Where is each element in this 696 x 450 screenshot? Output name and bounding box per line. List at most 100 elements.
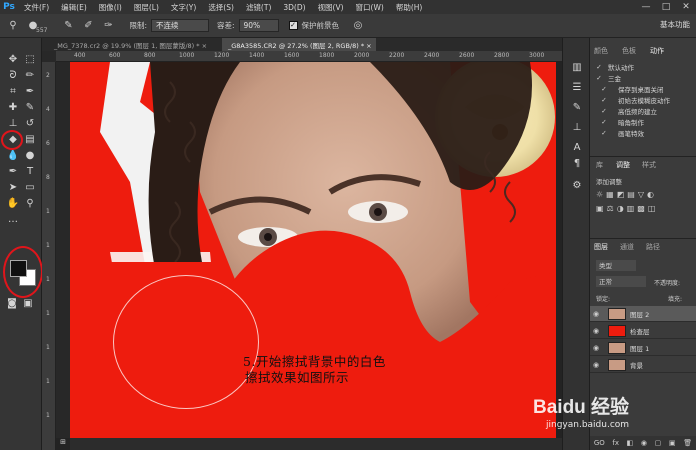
lasso-tool-icon[interactable]: ᘐ: [5, 68, 21, 83]
delete-layer-icon[interactable]: 🗑: [683, 439, 692, 447]
ruler-tick-label: 2800: [494, 52, 510, 59]
baidu-watermark: Baidu 经验: [533, 397, 630, 418]
layers-footer: GO fx ◧ ◉ ▢ ▣ 🗑: [590, 436, 696, 450]
history-panel-icon[interactable]: ▥: [569, 60, 585, 75]
visibility-eye-icon[interactable]: ◉: [590, 310, 602, 318]
blur-tool-icon[interactable]: 💧: [5, 148, 21, 163]
photoshop-logo: Ps: [3, 2, 15, 12]
layer-kind-filter[interactable]: 类型: [596, 260, 636, 271]
action-item[interactable]: ✓ 三金: [590, 73, 696, 83]
ruler-tick-label: 6: [46, 140, 50, 147]
more-tools-icon[interactable]: …: [5, 212, 21, 227]
menu-3d[interactable]: 3D(D): [277, 3, 311, 12]
tab-channels[interactable]: 通道: [620, 242, 634, 252]
tab-color[interactable]: 颜色: [594, 46, 608, 56]
ruler-tick-label: 1800: [319, 52, 335, 59]
action-item[interactable]: ✓ 默认动作: [590, 62, 696, 72]
pressure-icon[interactable]: ◎: [351, 19, 365, 33]
visibility-eye-icon[interactable]: ◉: [590, 344, 602, 352]
menu-type[interactable]: 文字(Y): [165, 2, 202, 13]
new-adjustment-icon[interactable]: ◉: [641, 439, 647, 447]
tab-layers[interactable]: 图层: [594, 242, 608, 252]
shape-tool-icon[interactable]: ▭: [22, 180, 38, 195]
action-item[interactable]: ✓ 画笔特效: [590, 128, 696, 138]
menu-edit[interactable]: 编辑(E): [55, 2, 93, 13]
tab-document-2-close-icon[interactable]: ×: [366, 42, 371, 50]
menu-window[interactable]: 窗口(W): [350, 2, 390, 13]
close-window-button[interactable]: ✕: [676, 0, 696, 14]
healing-brush-tool-icon[interactable]: ✚: [5, 100, 21, 115]
tab-document-1-close-icon[interactable]: ×: [202, 42, 207, 50]
tab-actions[interactable]: 动作: [650, 46, 664, 56]
action-item[interactable]: ✓ 初始去模糊皮动作: [590, 95, 696, 105]
tab-document-1[interactable]: _MG_7378.cr2 @ 19.9% (图层 1, 图层蒙版/8) * ×: [48, 38, 220, 51]
tab-styles[interactable]: 样式: [642, 160, 656, 170]
menu-layer[interactable]: 图层(L): [128, 2, 165, 13]
sample-once-icon[interactable]: ✐: [81, 19, 95, 33]
eyedropper-tool-icon[interactable]: ✒: [22, 84, 38, 99]
clone-source-icon[interactable]: ⊥: [569, 120, 585, 135]
paragraph-panel-icon[interactable]: ¶: [569, 156, 585, 171]
minimize-button[interactable]: —: [636, 0, 656, 14]
sample-continuous-icon[interactable]: ✎: [61, 19, 75, 33]
action-item[interactable]: ✓ 保存到桌面关闭: [590, 84, 696, 94]
menu-filter[interactable]: 滤镜(T): [240, 2, 277, 13]
limits-select[interactable]: 不连续: [150, 19, 209, 32]
fx-icon[interactable]: fx: [612, 439, 619, 447]
quick-select-tool-icon[interactable]: ✏: [22, 68, 38, 83]
visibility-eye-icon[interactable]: ◉: [590, 361, 602, 369]
caption-line-1: 5.开始擦拭背景中的白色: [243, 354, 386, 369]
adjustment-icons-grid[interactable]: ☼▦◩▤▽◐ ▣⚖◑▥▩◫: [596, 188, 692, 220]
marquee-tool-icon[interactable]: ⬚: [22, 52, 38, 67]
brush-tool-icon[interactable]: ✎: [22, 100, 38, 115]
hand-tool-icon[interactable]: ✋: [5, 196, 21, 211]
screen-mode-icon[interactable]: ▣: [20, 296, 36, 311]
sample-swatch-icon[interactable]: ✑: [101, 19, 115, 33]
magic-eraser-tool-icon[interactable]: ⚲: [6, 19, 20, 33]
blend-mode-select[interactable]: 正常: [596, 276, 646, 287]
tolerance-input[interactable]: 90%: [238, 19, 279, 32]
layer-row[interactable]: ◉ 检查层: [590, 323, 696, 339]
menu-help[interactable]: 帮助(H): [390, 2, 429, 13]
ruler-tick-label: 2400: [424, 52, 440, 59]
layer-row[interactable]: ◉ 图层 2: [590, 306, 696, 322]
tool-presets-icon[interactable]: ⚙: [569, 178, 585, 193]
clone-stamp-tool-icon[interactable]: ⊥: [5, 116, 21, 131]
tab-paths[interactable]: 路径: [646, 242, 660, 252]
tab-swatches[interactable]: 色板: [622, 46, 636, 56]
protect-foreground-checkbox[interactable]: ✓: [288, 21, 298, 30]
menu-select[interactable]: 选择(S): [202, 2, 240, 13]
brush-panel-icon[interactable]: ✎: [569, 100, 585, 115]
move-tool-icon[interactable]: ✥: [5, 52, 21, 67]
history-brush-tool-icon[interactable]: ↺: [22, 116, 38, 131]
character-panel-icon[interactable]: A: [569, 140, 585, 155]
maximize-button[interactable]: □: [656, 0, 676, 14]
properties-panel-icon[interactable]: ☰: [569, 80, 585, 95]
pen-tool-icon[interactable]: ✒: [5, 164, 21, 179]
quick-mask-icon[interactable]: ◙: [4, 296, 20, 311]
tab-adjustments[interactable]: 调整: [616, 160, 630, 170]
menu-view[interactable]: 视图(V): [312, 2, 350, 13]
menu-image[interactable]: 图像(I): [93, 2, 128, 13]
action-item[interactable]: ✓ 暗角制作: [590, 117, 696, 127]
new-layer-icon[interactable]: ▣: [669, 439, 676, 447]
layer-row[interactable]: ◉ 背景: [590, 357, 696, 373]
tolerance-label: 容差:: [216, 21, 235, 30]
zoom-tool-icon[interactable]: ⚲: [22, 196, 38, 211]
gradient-tool-icon[interactable]: ▤: [22, 132, 38, 147]
link-layers-icon[interactable]: GO: [594, 439, 605, 447]
crop-tool-icon[interactable]: ⌗: [5, 84, 21, 99]
layer-row[interactable]: ◉ 图层 1: [590, 340, 696, 356]
type-tool-icon[interactable]: T: [22, 164, 38, 179]
dodge-tool-icon[interactable]: ●: [22, 148, 38, 163]
workspace-switcher[interactable]: 基本功能: [660, 19, 690, 30]
protect-foreground-label: 保护前景色: [301, 21, 340, 30]
path-select-tool-icon[interactable]: ➤: [5, 180, 21, 195]
tab-document-2[interactable]: _G8A3585.CR2 @ 27.2% (图层 2, RGB/8) * ×: [222, 38, 376, 51]
action-item[interactable]: ✓ 高低频的建立: [590, 106, 696, 116]
new-group-icon[interactable]: ▢: [655, 439, 662, 447]
visibility-eye-icon[interactable]: ◉: [590, 327, 602, 335]
tab-libraries[interactable]: 库: [596, 160, 603, 170]
add-mask-icon[interactable]: ◧: [627, 439, 634, 447]
menu-file[interactable]: 文件(F): [18, 2, 55, 13]
